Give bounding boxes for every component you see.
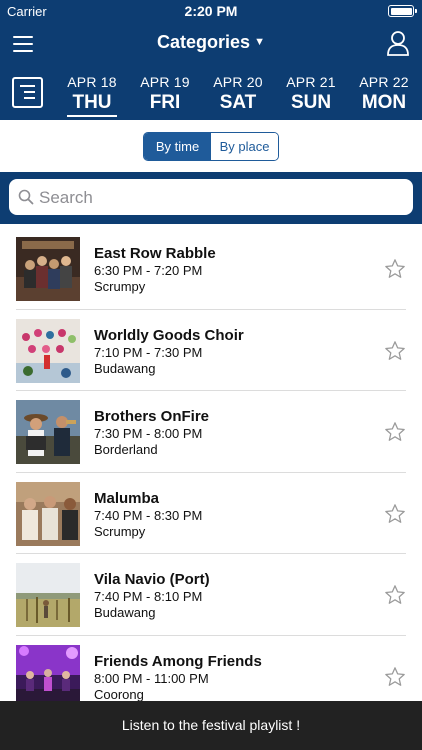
agenda-icon[interactable] xyxy=(12,77,43,108)
day-weekday: THU xyxy=(57,92,127,117)
event-info: Worldly Goods Choir 7:10 PM - 7:30 PM Buda… xyxy=(94,327,364,377)
user-icon[interactable] xyxy=(386,30,410,56)
event-thumbnail xyxy=(16,318,80,383)
event-row[interactable]: Malumba 7:40 PM - 8:30 PM Scrumpy xyxy=(0,473,422,554)
day-tab[interactable]: APR 22 MON xyxy=(349,74,419,114)
search-icon xyxy=(18,189,34,205)
event-title: East Row Rabble xyxy=(94,245,216,262)
day-month: APR 22 xyxy=(359,74,409,90)
day-weekday: SAT xyxy=(219,92,257,113)
view-toggle: By time By place xyxy=(143,132,279,161)
event-thumbnail xyxy=(16,563,80,627)
day-tab[interactable]: APR 19 FRI xyxy=(130,74,200,114)
event-info: Malumba 7:40 PM - 8:30 PM Scrumpy xyxy=(94,490,364,540)
clock: 2:20 PM xyxy=(184,3,238,19)
event-thumbnail xyxy=(16,237,80,301)
event-venue: Borderland xyxy=(94,442,158,457)
event-title: Brothers OnFire xyxy=(94,408,210,425)
day-weekday: MON xyxy=(361,92,407,113)
event-info: Brothers OnFire 7:30 PM - 8:00 PM Borderla… xyxy=(94,408,364,458)
battery-icon xyxy=(388,5,417,17)
event-thumbnail xyxy=(16,481,80,546)
by-place-tab[interactable]: By place xyxy=(211,133,278,160)
date-selector: APR 18 THU APR 19 FRI APR 20 SAT APR 21 SUN APR … xyxy=(0,70,422,120)
event-info: Friends Among Friends 8:00 PM - 11:00 PM C… xyxy=(94,653,364,703)
event-row[interactable]: Worldly Goods Choir 7:10 PM - 7:30 PM Buda… xyxy=(0,310,422,391)
categories-label: Categories xyxy=(157,32,251,52)
event-time: 7:40 PM - 8:10 PM xyxy=(94,589,203,604)
day-weekday: SUN xyxy=(290,92,332,113)
status-bar: Carrier 2:20 PM xyxy=(0,0,422,22)
event-thumbnail xyxy=(16,400,80,464)
event-time: 7:40 PM - 8:30 PM xyxy=(94,507,203,523)
star-icon[interactable] xyxy=(384,503,406,525)
event-time: 7:10 PM - 7:30 PM xyxy=(94,344,203,360)
event-title: Vila Navio (Port) xyxy=(94,571,210,588)
day-month: APR 18 xyxy=(67,74,117,90)
search-input[interactable]: Search xyxy=(9,179,413,215)
event-info: East Row Rabble 6:30 PM - 7:20 PM Scrumpy xyxy=(94,245,364,295)
event-title: Worldly Goods Choir xyxy=(94,326,244,344)
event-row[interactable]: East Row Rabble 6:30 PM - 7:20 PM Scrumpy xyxy=(0,228,422,310)
star-icon[interactable] xyxy=(384,258,406,280)
caret-down-icon: ▼ xyxy=(254,36,265,48)
event-time: 8:00 PM - 11:00 PM xyxy=(94,670,209,686)
day-month: APR 21 xyxy=(286,74,336,90)
event-info: Vila Navio (Port) 7:40 PM - 8:10 PM Budawa… xyxy=(94,571,364,621)
star-icon[interactable] xyxy=(384,666,406,688)
event-thumbnail xyxy=(16,644,80,709)
event-title: Malumba xyxy=(94,489,160,507)
event-venue: Scrumpy xyxy=(94,523,146,539)
event-title: Friends Among Friends xyxy=(94,652,262,670)
event-venue: Budawang xyxy=(94,360,156,376)
playlist-banner[interactable]: Listen to the festival playlist ! xyxy=(0,701,422,750)
star-icon[interactable] xyxy=(384,421,406,443)
by-time-tab[interactable]: By time xyxy=(144,133,211,160)
categories-dropdown[interactable]: Categories ▼ xyxy=(0,32,422,53)
day-tab[interactable]: APR 21 SUN xyxy=(276,74,346,114)
nav-row: Categories ▼ xyxy=(0,22,422,66)
event-row[interactable]: Brothers OnFire 7:30 PM - 8:00 PM Borderla… xyxy=(0,391,422,473)
search-placeholder: Search xyxy=(39,188,93,207)
star-icon[interactable] xyxy=(384,584,406,606)
search-bar: Search xyxy=(0,172,422,224)
event-venue: Budawang xyxy=(94,605,156,620)
event-time: 6:30 PM - 7:20 PM xyxy=(94,263,203,278)
day-weekday: FRI xyxy=(149,92,181,113)
day-tab[interactable]: APR 18 THU xyxy=(57,74,127,117)
event-list: East Row Rabble 6:30 PM - 7:20 PM Scrumpy W… xyxy=(0,228,422,717)
day-month: APR 20 xyxy=(213,74,263,90)
day-tab[interactable]: APR 20 SAT xyxy=(203,74,273,114)
star-icon[interactable] xyxy=(384,340,406,362)
event-venue: Scrumpy xyxy=(94,279,146,294)
event-row[interactable]: Vila Navio (Port) 7:40 PM - 8:10 PM Budawa… xyxy=(0,554,422,636)
event-time: 7:30 PM - 8:00 PM xyxy=(94,426,203,441)
day-month: APR 19 xyxy=(140,74,190,90)
